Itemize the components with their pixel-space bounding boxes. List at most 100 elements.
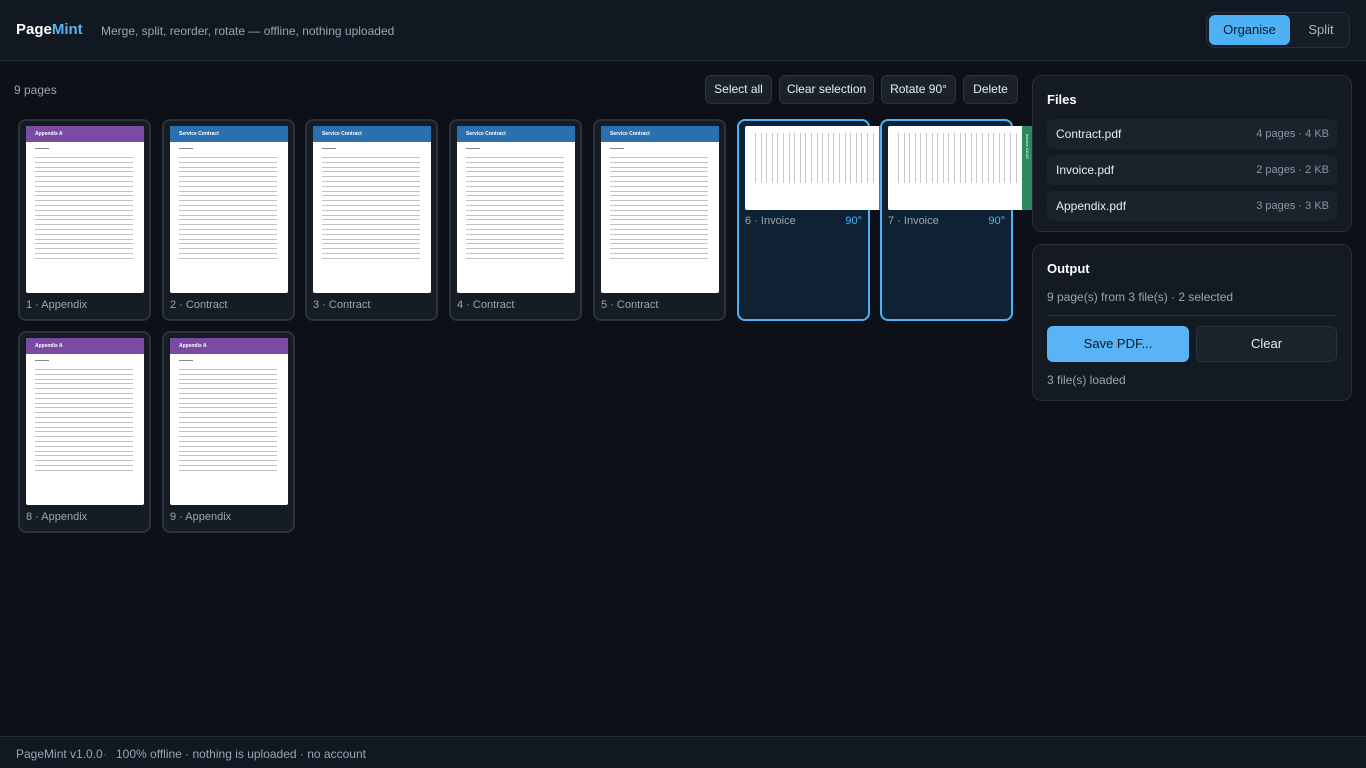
contract-header-band: Service Contract [170, 126, 288, 142]
brand-text-page: Page [16, 21, 52, 38]
text-line [179, 233, 277, 235]
text-line [914, 133, 916, 183]
app-header: PageMint Merge, split, reorder, rotate —… [0, 0, 1366, 61]
file-meta: 4 pages · 4 KB [1256, 128, 1329, 140]
file-row[interactable]: Invoice.pdf 2 pages · 2 KB [1047, 155, 1337, 185]
text-line [179, 393, 277, 394]
text-line [466, 253, 564, 254]
appendix-header-text: Appendix A [179, 343, 207, 349]
text-line [322, 209, 420, 211]
file-row[interactable]: Contract.pdf 4 pages · 4 KB [1047, 119, 1337, 149]
text-line [179, 176, 277, 178]
text-line [35, 465, 133, 466]
text-line [937, 133, 939, 183]
text-line [1010, 133, 1011, 183]
text-line [35, 166, 133, 168]
text-line [179, 200, 277, 202]
text-line [35, 161, 133, 163]
text-line [179, 450, 277, 452]
text-line [35, 195, 133, 197]
page-tile[interactable]: Appendix A 9 · Appendix [162, 331, 295, 533]
text-line [179, 209, 277, 211]
text-line [35, 378, 133, 380]
text-line [948, 133, 950, 183]
text-line [850, 133, 852, 183]
text-line [179, 397, 277, 399]
footer-separator: · [103, 747, 107, 761]
text-line [777, 133, 779, 183]
page-thumbnail: Appendix A [170, 338, 288, 505]
text-line [322, 243, 420, 245]
page-tile[interactable]: Appendix A 1 · Appendix [18, 119, 151, 321]
text-line [35, 157, 133, 158]
text-line [783, 133, 784, 183]
text-line [179, 369, 277, 370]
text-line [1004, 133, 1006, 183]
text-line [942, 133, 944, 183]
text-line [35, 412, 133, 414]
page-tile[interactable]: Invoice #1042 6 · Invoice 90° [737, 119, 891, 321]
text-line [35, 185, 133, 187]
text-line [35, 369, 133, 370]
contract-header-band: Service Contract [601, 126, 719, 142]
text-line [794, 133, 796, 183]
file-name: Appendix.pdf [1056, 199, 1127, 213]
tab-organise[interactable]: Organise [1209, 15, 1290, 45]
page-tile[interactable]: Service Contract 2 · Contract [162, 119, 295, 321]
page-label: 6 · Invoice [745, 215, 796, 227]
file-name: Contract.pdf [1056, 127, 1122, 141]
rotation-badge: 90° [988, 215, 1005, 227]
text-line [610, 224, 708, 226]
text-line [179, 205, 277, 206]
output-panel: Output 9 page(s) from 3 file(s) · 2 sele… [1032, 244, 1352, 401]
text-line [610, 248, 708, 250]
file-row[interactable]: Appendix.pdf 3 pages · 3 KB [1047, 191, 1337, 221]
app-footer: PageMint v1.0.0 · 100% offline · nothing… [0, 736, 1366, 768]
text-line [35, 209, 133, 211]
text-line [322, 238, 420, 240]
text-line [833, 133, 835, 183]
tab-split[interactable]: Split [1294, 15, 1348, 45]
text-line [788, 133, 790, 183]
page-tile[interactable]: Service Contract 5 · Contract [593, 119, 726, 321]
text-line [179, 426, 277, 428]
text-line [610, 233, 708, 235]
text-line [827, 133, 829, 183]
text-line [179, 190, 277, 192]
text-line [179, 248, 277, 250]
text-line [35, 417, 133, 418]
text-line [466, 243, 564, 245]
text-line [35, 181, 133, 182]
text-line [35, 407, 133, 409]
text-line [466, 209, 564, 211]
text-line [35, 253, 133, 254]
clear-button[interactable]: Clear [1196, 326, 1337, 362]
text-line [322, 229, 420, 230]
text-line [179, 431, 277, 433]
rotate-button[interactable]: Rotate 90° [881, 75, 956, 104]
save-pdf-button[interactable]: Save PDF... [1047, 326, 1189, 362]
page-tile[interactable]: Service Contract 3 · Contract [305, 119, 438, 321]
text-line [466, 205, 564, 206]
delete-button[interactable]: Delete [963, 75, 1018, 104]
output-title: Output [1047, 261, 1090, 276]
clear-selection-button[interactable]: Clear selection [779, 75, 874, 104]
text-line [610, 181, 708, 182]
page-tile[interactable]: Invoice #1042 7 · Invoice 90° [880, 119, 1034, 321]
page-tile[interactable]: Appendix A 8 · Appendix [18, 331, 151, 533]
text-line [466, 219, 564, 221]
text-line [466, 171, 564, 173]
text-line [35, 200, 133, 202]
select-all-button[interactable]: Select all [705, 75, 772, 104]
text-line [35, 431, 133, 433]
page-label: 2 · Contract [170, 299, 228, 311]
page-tile[interactable]: Service Contract 4 · Contract [449, 119, 582, 321]
text-line [931, 133, 933, 183]
appendix-header-band: Appendix A [26, 126, 144, 142]
text-line [909, 133, 911, 183]
text-line [35, 383, 133, 385]
mode-switcher: Organise Split [1206, 12, 1350, 48]
text-line [179, 243, 277, 245]
text-line [610, 214, 708, 216]
text-line [179, 407, 277, 409]
